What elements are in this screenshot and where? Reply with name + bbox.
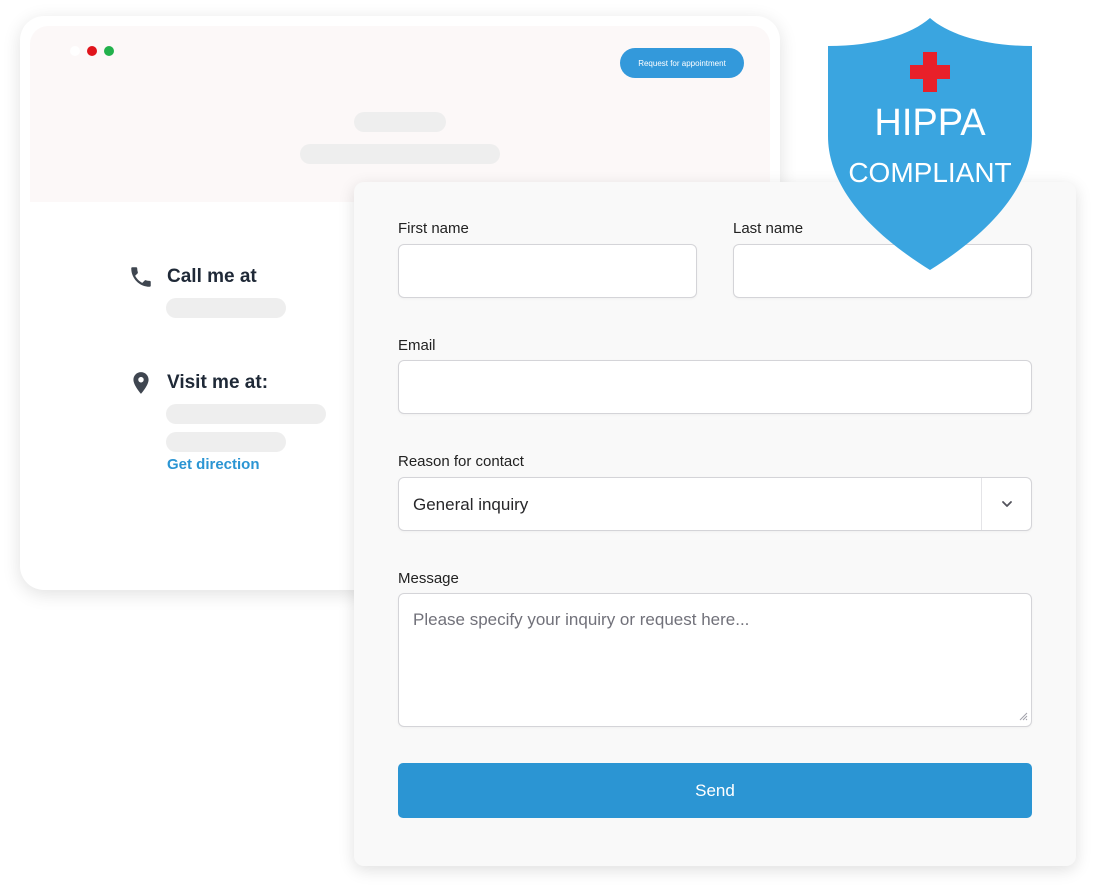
first-name-input[interactable]	[398, 244, 697, 298]
select-divider	[981, 478, 982, 530]
hero-banner: Request for appointment	[30, 26, 770, 202]
window-dot-white	[70, 46, 80, 56]
message-label: Message	[398, 570, 459, 587]
reason-label: Reason for contact	[398, 453, 524, 470]
get-direction-link[interactable]: Get direction	[167, 456, 260, 473]
email-label: Email	[398, 337, 436, 354]
phone-number-placeholder	[166, 298, 286, 318]
hero-subtitle-placeholder	[300, 144, 500, 164]
visit-me-heading: Visit me at:	[167, 372, 269, 393]
hippa-badge: HIPPA COMPLIANT	[824, 16, 1036, 272]
resize-grip-icon[interactable]	[1018, 711, 1028, 721]
reason-selected-value: General inquiry	[413, 495, 529, 514]
call-me-heading: Call me at	[167, 266, 257, 287]
badge-line2: COMPLIANT	[848, 157, 1012, 188]
last-name-label: Last name	[733, 220, 804, 237]
phone-icon	[131, 267, 151, 287]
badge-line1: HIPPA	[874, 102, 986, 144]
window-controls	[70, 46, 114, 56]
contact-form: First name Last name Email Reason for co…	[354, 182, 1076, 866]
window-dot-red	[87, 46, 97, 56]
first-name-label: First name	[398, 220, 469, 237]
address-line2-placeholder	[166, 432, 286, 452]
hero-title-placeholder	[354, 112, 446, 132]
chevron-down-icon[interactable]	[999, 496, 1015, 512]
email-input[interactable]	[398, 360, 1032, 414]
request-appointment-button[interactable]: Request for appointment	[620, 48, 744, 78]
message-wrapper	[398, 593, 1032, 727]
send-button[interactable]: Send	[398, 763, 1032, 818]
address-line1-placeholder	[166, 404, 326, 424]
message-textarea[interactable]	[398, 593, 1032, 727]
medical-cross-icon	[910, 52, 950, 92]
window-dot-green	[104, 46, 114, 56]
reason-select[interactable]: General inquiry	[398, 477, 1032, 531]
map-pin-icon	[133, 372, 149, 394]
